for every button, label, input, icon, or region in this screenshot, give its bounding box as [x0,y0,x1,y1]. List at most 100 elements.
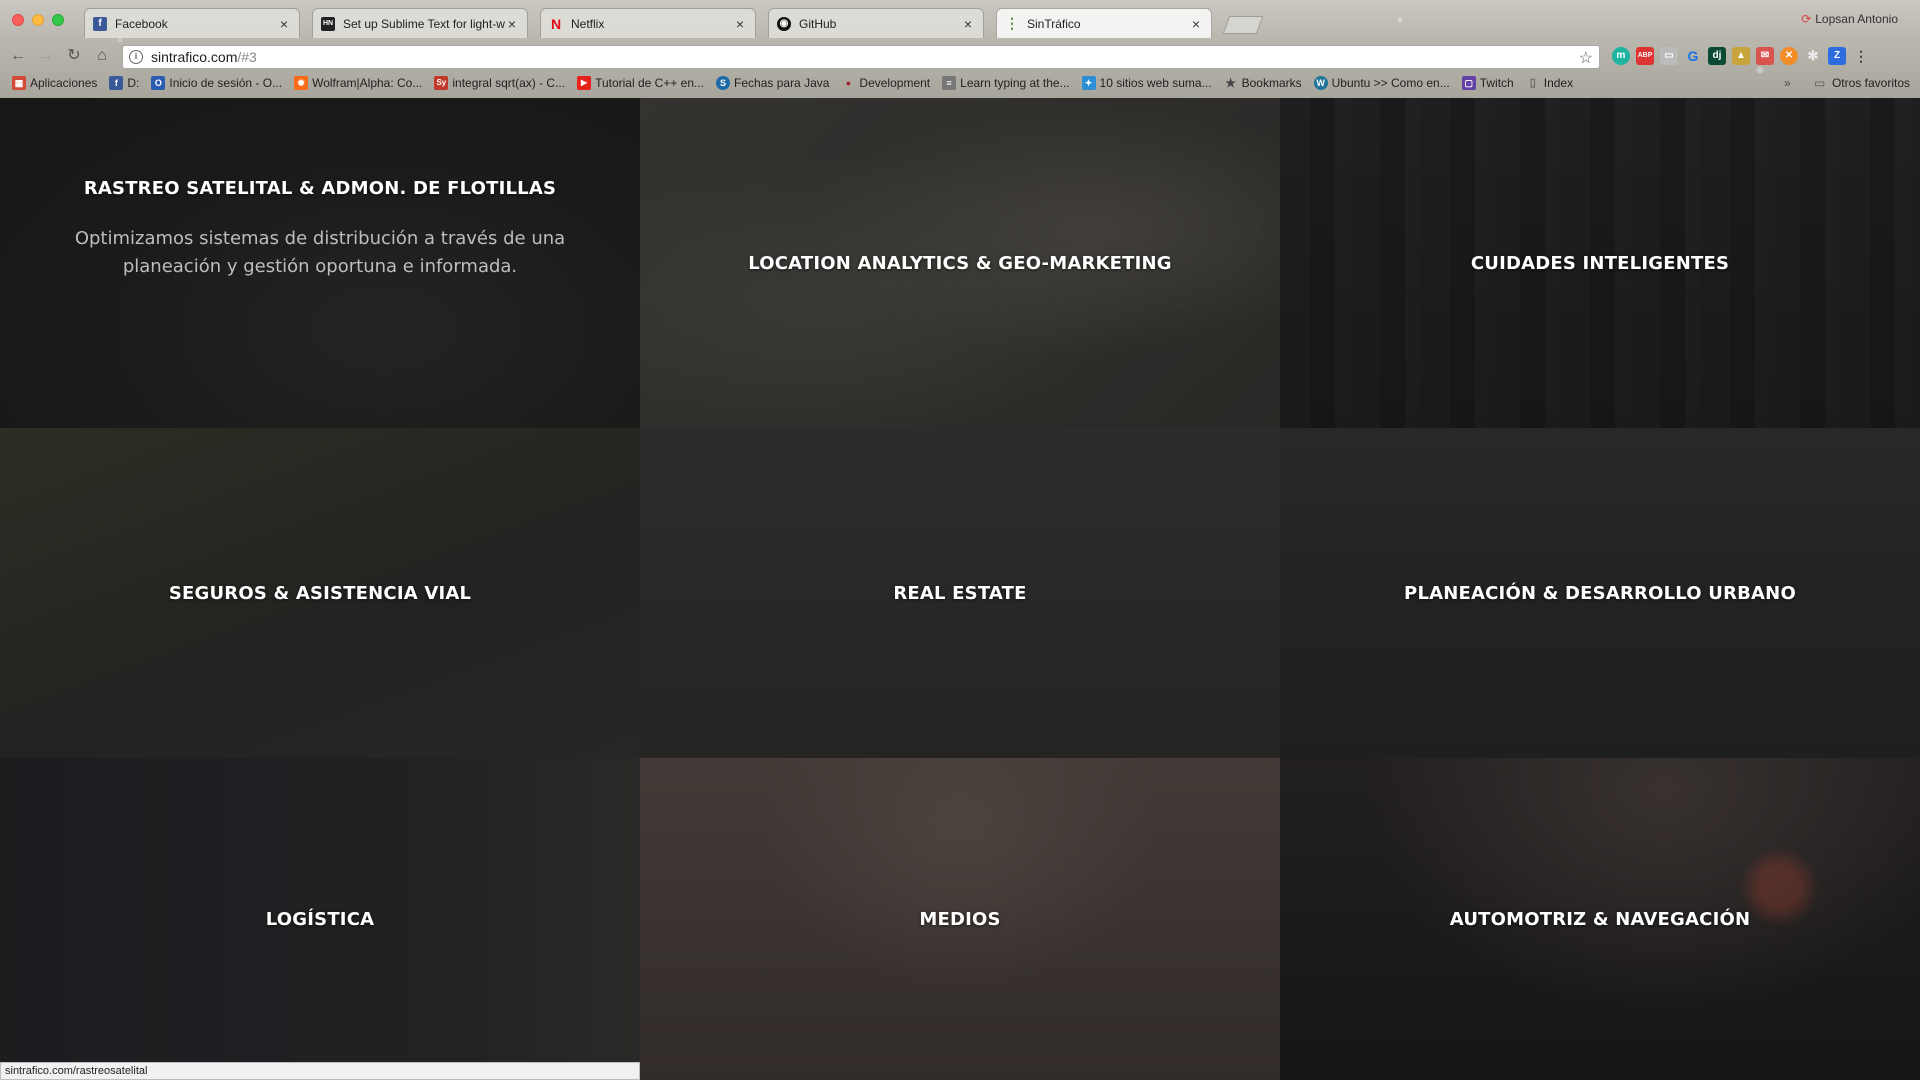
youtube-icon: ▶ [577,76,592,90]
home-button[interactable]: ⌂ [92,46,112,66]
bookmark-label: Wolfram|Alpha: Co... [312,76,423,90]
extension-gear-icon[interactable]: ✻ [1804,47,1822,65]
page-icon: ≡ [942,76,957,90]
bookmark-item[interactable]: ▢ Twitch [1461,76,1514,90]
tab-close-icon[interactable]: × [961,16,975,32]
maximize-window-button[interactable] [52,14,64,26]
bookmark-item[interactable]: ▦ Aplicaciones [12,76,97,90]
facebook-icon: f [93,16,107,31]
wordpress-icon: W [1313,76,1328,90]
apps-icon: ▦ [12,76,26,90]
tile-automotriz[interactable]: AUTOMOTRIZ & NAVEGACIÓN [1280,758,1920,1080]
bookmark-item[interactable]: ✦ 10 sitios web suma... [1081,76,1212,90]
tab-github[interactable]: ◉ GitHub × [768,8,984,38]
profile-icon: ⟳ [1801,12,1812,26]
sintrafico-icon: ⋮ [1005,15,1019,31]
bookmark-label: Bookmarks [1241,76,1302,90]
close-window-button[interactable] [12,14,24,26]
extension-x-icon[interactable]: ✕ [1780,47,1798,65]
tile-ciudades-inteligentes[interactable]: CUIDADES INTELIGENTES [1280,98,1920,428]
tab-sintrafico[interactable]: ⋮ SinTráfico × [996,8,1212,38]
reload-button[interactable]: ↻ [64,46,84,66]
document-icon: ▯ [1529,77,1536,89]
tab-title: SinTráfico [1027,16,1081,31]
bookmark-label: 10 sitios web suma... [1099,76,1212,90]
extension-lock-icon[interactable]: ▲ [1732,47,1750,65]
bookmark-star-icon[interactable]: ☆ [1579,48,1593,68]
tab-close-icon[interactable]: × [1189,16,1203,32]
bookmark-item[interactable]: ● Development [841,76,930,90]
bookmark-item[interactable]: W Ubuntu >> Como en... [1313,76,1450,90]
extensions-bar: m ABP ▭ G dj ▲ ✉ ✕ ✻ Z ⋮ [1612,47,1870,65]
bookmark-label: Fechas para Java [734,76,830,90]
bookmark-label: Twitch [1479,76,1514,90]
tab-netflix[interactable]: N Netflix × [540,8,756,38]
toolbar: ← → ↻ ⌂ i sintrafico.com/#3 ☆ m ABP ▭ G … [0,42,1920,70]
tile-title: LOGÍSTICA [265,908,375,930]
url-host: sintrafico.com [151,49,238,65]
tile-location-analytics[interactable]: LOCATION ANALYTICS & GEO-MARKETING [640,98,1280,428]
bookmark-item[interactable]: ≡ Learn typing at the... [942,76,1070,90]
other-bookmarks-label: Otros favoritos [1831,76,1910,90]
bookmark-item[interactable]: f D: [109,76,139,90]
login-icon: O [151,76,166,90]
tile-title: AUTOMOTRIZ & NAVEGACIÓN [1449,908,1751,930]
tile-seguros[interactable]: SEGUROS & ASISTENCIA VIAL [0,428,640,758]
tile-rastreo-satelital[interactable]: RASTREO SATELITAL & ADMON. DE FLOTILLAS … [0,98,640,428]
tab-facebook[interactable]: f Facebook × [84,8,300,38]
extension-z-icon[interactable]: Z [1828,47,1846,65]
bookmark-item[interactable]: S Fechas para Java [716,76,829,90]
tile-title: REAL ESTATE [893,582,1027,604]
tab-close-icon[interactable]: × [277,16,291,32]
bookmark-item[interactable]: ▯ Index [1526,76,1573,90]
site-info-icon[interactable]: i [129,50,143,64]
bookmark-label: Aplicaciones [30,76,98,90]
other-bookmarks[interactable]: ▭ Otros favoritos [1814,72,1910,94]
tile-medios[interactable]: MEDIOS [640,758,1280,1080]
forward-button[interactable]: → [36,46,56,66]
tile-description: Optimizamos sistemas de distribución a t… [74,228,566,277]
tile-planeacion[interactable]: PLANEACIÓN & DESARROLLO URBANO [1280,428,1920,758]
bookmark-label: Index [1543,76,1574,90]
wolfram-icon: ✹ [294,76,309,90]
bookmark-item[interactable]: ★ Bookmarks [1224,76,1302,90]
extension-mail-icon[interactable]: ✉ [1756,47,1774,65]
more-bookmarks-button[interactable]: » [1784,72,1791,94]
extension-dj-icon[interactable]: dj [1708,47,1726,65]
extension-abp-icon[interactable]: ABP [1636,47,1654,65]
tile-title: CUIDADES INTELIGENTES [1470,252,1730,274]
menu-icon[interactable]: ⋮ [1852,47,1870,65]
hacker-news-icon: HN [321,16,335,31]
back-button[interactable]: ← [8,46,28,66]
tab-close-icon[interactable]: × [505,16,519,32]
url-path: /#3 [237,49,257,65]
netflix-icon: N [550,15,562,32]
tile-logistica[interactable]: LOGÍSTICA [0,758,640,1080]
bookmark-item[interactable]: ▶ Tutorial de C++ en... [577,76,704,90]
bookmark-item[interactable]: Sy integral sqrt(ax) - C... [434,76,565,90]
bookmark-label: integral sqrt(ax) - C... [452,76,566,90]
profile-button[interactable]: ⟳ Lopsan Antonio [1801,12,1898,26]
tile-title: PLANEACIÓN & DESARROLLO URBANO [1404,582,1796,604]
tab-sublime[interactable]: HN Set up Sublime Text for light-w × [312,8,528,38]
tile-real-estate[interactable]: REAL ESTATE [640,428,1280,758]
services-grid: RASTREO SATELITAL & ADMON. DE FLOTILLAS … [0,98,1920,1080]
bookmark-item[interactable]: O Inicio de sesión - O... [151,76,282,90]
new-tab-button[interactable] [1222,16,1264,34]
symbolab-icon: Sy [434,76,449,90]
bookmark-label: Learn typing at the... [960,76,1070,90]
extension-g-icon[interactable]: G [1684,47,1702,65]
folder-icon: ▭ [1813,76,1826,90]
address-bar[interactable]: i sintrafico.com/#3 ☆ [122,45,1600,69]
tile-title: MEDIOS [919,908,1001,930]
minimize-window-button[interactable] [32,14,44,26]
extension-m-icon[interactable]: m [1612,47,1630,65]
bookmark-item[interactable]: ✹ Wolfram|Alpha: Co... [294,76,422,90]
bookmark-label: D: [127,76,140,90]
tab-close-icon[interactable]: × [733,16,747,32]
extension-page-icon[interactable]: ▭ [1660,47,1678,65]
tab-title: Facebook [115,16,168,31]
status-bar-url: sintrafico.com/rastreosatelital [0,1062,640,1080]
bookmark-label: Development [859,76,931,90]
twitch-icon: ▢ [1461,76,1476,90]
